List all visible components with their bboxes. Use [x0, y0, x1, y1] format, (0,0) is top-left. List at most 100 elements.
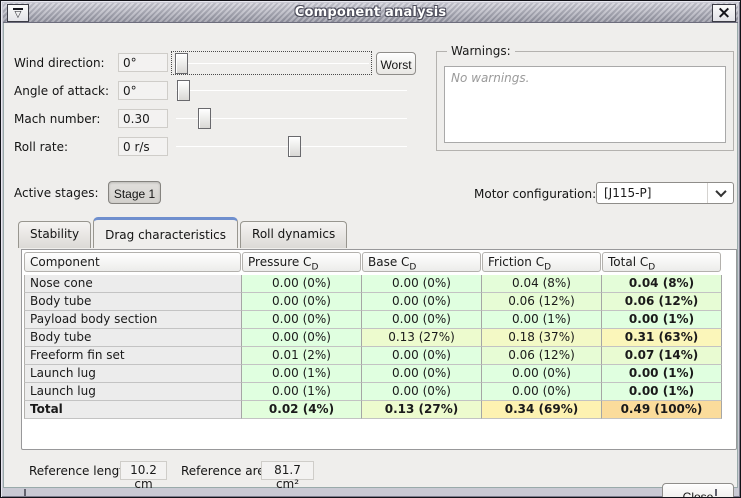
- slider-thumb[interactable]: [177, 80, 190, 101]
- value-cell[interactable]: 0.00 (0%): [242, 311, 362, 329]
- column-header-total-c[interactable]: Total CD: [602, 252, 721, 272]
- motor-configuration-label: Motor configuration:: [474, 187, 596, 201]
- value-cell[interactable]: 0.00 (1%): [602, 365, 722, 383]
- component-cell[interactable]: Freeform fin set: [24, 347, 242, 365]
- value-cell[interactable]: 0.31 (63%): [602, 329, 722, 347]
- table-header-row: ComponentPressure CDBase CDFriction CDTo…: [24, 252, 722, 272]
- value-cell[interactable]: 0.00 (0%): [482, 365, 602, 383]
- tab-stability[interactable]: Stability: [18, 221, 91, 248]
- angle-of-attack-value[interactable]: 0°: [118, 81, 168, 100]
- column-header-label: Base C: [368, 255, 409, 269]
- table-row[interactable]: Launch lug0.00 (1%)0.00 (0%)0.00 (0%)0.0…: [24, 365, 722, 383]
- value-cell[interactable]: 0.18 (37%): [482, 329, 602, 347]
- value-cell[interactable]: 0.00 (1%): [602, 311, 722, 329]
- value-cell[interactable]: 0.00 (1%): [242, 365, 362, 383]
- value-cell[interactable]: 0.00 (0%): [482, 383, 602, 401]
- slider-track[interactable]: [176, 90, 407, 91]
- value-cell[interactable]: 0.00 (0%): [242, 293, 362, 311]
- value-cell[interactable]: 0.00 (0%): [242, 329, 362, 347]
- window-title: Component analysis: [3, 5, 738, 20]
- value-cell[interactable]: 0.00 (1%): [242, 383, 362, 401]
- column-header-label: Component: [30, 255, 100, 269]
- warnings-text-area: No warnings.: [444, 66, 726, 143]
- wind-direction-label: Wind direction:: [14, 56, 105, 70]
- value-cell[interactable]: 0.13 (27%): [362, 401, 482, 419]
- table-row[interactable]: Body tube0.00 (0%)0.13 (27%)0.18 (37%)0.…: [24, 329, 722, 347]
- wind-direction-slider[interactable]: [171, 51, 372, 75]
- value-cell[interactable]: 0.00 (0%): [242, 275, 362, 293]
- combo-arrow-zone[interactable]: [707, 183, 733, 203]
- component-cell[interactable]: Body tube: [24, 293, 242, 311]
- chevron-down-icon: [715, 186, 726, 197]
- table-row[interactable]: Total0.02 (4%)0.13 (27%)0.34 (69%)0.49 (…: [24, 401, 722, 419]
- column-header-subscript: D: [648, 262, 655, 272]
- warnings-group: Warnings: No warnings.: [436, 51, 734, 151]
- active-stages-label: Active stages:: [14, 186, 99, 200]
- value-cell[interactable]: 0.13 (27%): [362, 329, 482, 347]
- value-cell[interactable]: 0.02 (4%): [242, 401, 362, 419]
- table-body: Nose cone0.00 (0%)0.00 (0%)0.04 (8%)0.04…: [24, 275, 722, 419]
- component-cell[interactable]: Launch lug: [24, 383, 242, 401]
- mach-number-value[interactable]: 0.30: [118, 109, 168, 128]
- value-cell[interactable]: 0.00 (0%): [362, 293, 482, 311]
- tab-drag-characteristics[interactable]: Drag characteristics: [93, 217, 238, 248]
- value-cell[interactable]: 0.06 (12%): [602, 293, 722, 311]
- close-icon: ×: [717, 5, 731, 21]
- value-cell[interactable]: 0.00 (0%): [362, 383, 482, 401]
- drag-table-scrollpane: ComponentPressure CDBase CDFriction CDTo…: [21, 249, 737, 450]
- stage-1-toggle-button[interactable]: Stage 1: [108, 181, 161, 204]
- column-header-subscript: D: [409, 262, 416, 272]
- slider-track[interactable]: [174, 63, 369, 64]
- resize-notch-left[interactable]: [24, 489, 26, 496]
- table-row[interactable]: Payload body section0.00 (0%)0.00 (0%)0.…: [24, 311, 722, 329]
- column-header-friction-c[interactable]: Friction CD: [482, 252, 601, 272]
- value-cell[interactable]: 0.00 (1%): [482, 311, 602, 329]
- mach-number-label: Mach number:: [14, 112, 100, 126]
- component-cell[interactable]: Total: [24, 401, 242, 419]
- warnings-title: Warnings:: [447, 44, 515, 58]
- motor-configuration-value: [J115-P]: [604, 186, 651, 200]
- roll-rate-slider[interactable]: [174, 135, 409, 159]
- value-cell[interactable]: 0.00 (0%): [362, 365, 482, 383]
- value-cell[interactable]: 0.00 (0%): [362, 275, 482, 293]
- component-cell[interactable]: Nose cone: [24, 275, 242, 293]
- table-row[interactable]: Body tube0.00 (0%)0.00 (0%)0.06 (12%)0.0…: [24, 293, 722, 311]
- title-bar[interactable]: Component analysis ▽ ×: [3, 3, 738, 23]
- component-cell[interactable]: Launch lug: [24, 365, 242, 383]
- slider-thumb[interactable]: [175, 53, 188, 74]
- angle-of-attack-slider[interactable]: [174, 79, 409, 103]
- table-row[interactable]: Freeform fin set0.01 (2%)0.00 (0%)0.06 (…: [24, 347, 722, 365]
- value-cell[interactable]: 0.04 (8%): [482, 275, 602, 293]
- value-cell[interactable]: 0.49 (100%): [602, 401, 722, 419]
- worst-button[interactable]: Worst: [376, 52, 416, 75]
- roll-rate-label: Roll rate:: [14, 140, 68, 154]
- value-cell[interactable]: 0.34 (69%): [482, 401, 602, 419]
- tab-roll-dynamics[interactable]: Roll dynamics: [240, 221, 347, 248]
- value-cell[interactable]: 0.04 (8%): [602, 275, 722, 293]
- resize-notch-right[interactable]: [715, 489, 717, 496]
- column-header-base-c[interactable]: Base CD: [362, 252, 481, 272]
- mach-number-slider[interactable]: [174, 107, 409, 131]
- table-row[interactable]: Launch lug0.00 (1%)0.00 (0%)0.00 (0%)0.0…: [24, 383, 722, 401]
- value-cell[interactable]: 0.06 (12%): [482, 347, 602, 365]
- value-cell[interactable]: 0.00 (0%): [362, 347, 482, 365]
- analysis-tabbar: Stability Drag characteristics Roll dyna…: [18, 217, 349, 248]
- table-row[interactable]: Nose cone0.00 (0%)0.00 (0%)0.04 (8%)0.04…: [24, 275, 722, 293]
- value-cell[interactable]: 0.06 (12%): [482, 293, 602, 311]
- value-cell[interactable]: 0.00 (1%): [602, 383, 722, 401]
- column-header-component[interactable]: Component: [24, 252, 241, 272]
- wind-direction-value[interactable]: 0°: [118, 53, 168, 72]
- roll-rate-value[interactable]: 0 r/s: [118, 137, 168, 156]
- window-close-button[interactable]: ×: [712, 4, 736, 22]
- value-cell[interactable]: 0.07 (14%): [602, 347, 722, 365]
- slider-thumb[interactable]: [288, 136, 301, 157]
- slider-thumb[interactable]: [198, 108, 211, 129]
- component-cell[interactable]: Body tube: [24, 329, 242, 347]
- value-cell[interactable]: 0.00 (0%): [362, 311, 482, 329]
- value-cell[interactable]: 0.01 (2%): [242, 347, 362, 365]
- motor-configuration-select[interactable]: [J115-P]: [596, 182, 734, 204]
- close-button[interactable]: Close: [662, 483, 734, 498]
- column-header-pressure-c[interactable]: Pressure CD: [242, 252, 361, 272]
- component-cell[interactable]: Payload body section: [24, 311, 242, 329]
- window-menu-button[interactable]: ▽: [7, 4, 29, 22]
